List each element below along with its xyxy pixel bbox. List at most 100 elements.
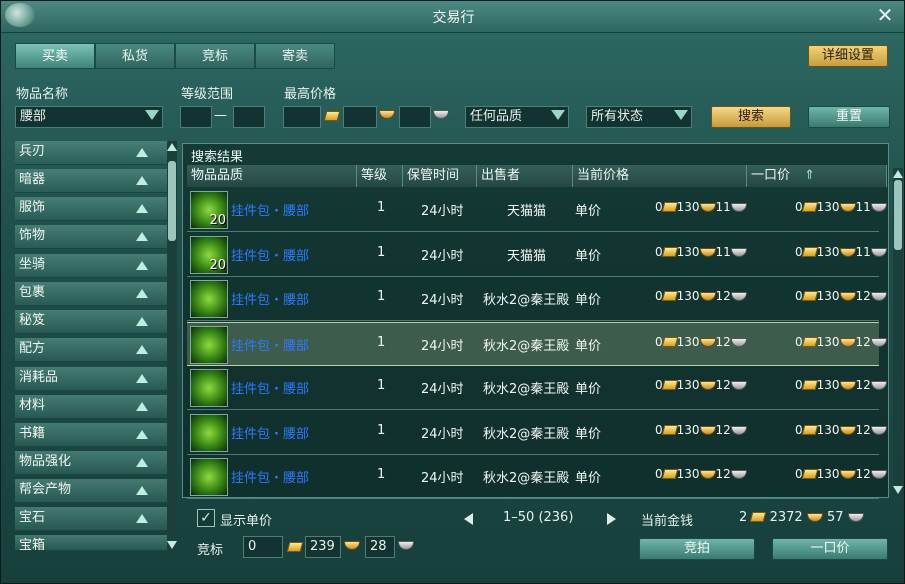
- column-header-current-price[interactable]: 当前价格: [573, 165, 747, 187]
- tab-buy-sell[interactable]: 买卖: [15, 43, 95, 69]
- expand-arrow-icon: [136, 204, 148, 213]
- item-name[interactable]: 挂件包・腰部: [231, 335, 309, 354]
- table-row[interactable]: 20 挂件包・腰部 1 24小时 天猫猫 单价 0 130 11 0 130 11: [187, 188, 887, 232]
- title-bar[interactable]: 交易行 ✕: [1, 1, 904, 33]
- item-bag-icon[interactable]: 20: [190, 191, 228, 229]
- item-name[interactable]: 挂件包・腰部: [231, 467, 309, 486]
- category-item[interactable]: 宝箱: [15, 535, 170, 551]
- seller-name: 秋水2@秦王殿: [483, 426, 570, 442]
- gold-bar-icon: [661, 291, 678, 301]
- max-price-silver-input[interactable]: [343, 106, 377, 128]
- scroll-up-icon[interactable]: [893, 170, 903, 178]
- bid-silver-input[interactable]: 239: [305, 536, 341, 558]
- dropdown-arrow-icon: [145, 110, 159, 120]
- tab-bidding[interactable]: 竞标: [175, 43, 255, 69]
- scroll-down-icon[interactable]: [167, 541, 177, 549]
- category-item[interactable]: 宝石: [15, 507, 170, 531]
- item-level: 1: [377, 422, 386, 438]
- gold-ingot-icon: [344, 541, 360, 550]
- prev-page-icon[interactable]: [464, 513, 473, 525]
- max-price-copper-input[interactable]: [399, 106, 431, 128]
- item-name[interactable]: 挂件包・腰部: [231, 423, 309, 442]
- bid-copper-input[interactable]: 28: [365, 536, 395, 558]
- item-name[interactable]: 挂件包・腰部: [231, 378, 309, 397]
- table-row[interactable]: 挂件包・腰部 1 24小时 秋水2@秦王殿 单价 0 130 12 0 130 12: [187, 455, 887, 499]
- search-button[interactable]: 搜索: [711, 106, 791, 128]
- category-item[interactable]: 暗器: [15, 169, 170, 193]
- column-header-buyout[interactable]: 一口价 ⇑: [747, 165, 887, 187]
- current-price-label: 单价: [575, 204, 602, 219]
- level-min-input[interactable]: [180, 106, 212, 128]
- category-item[interactable]: 消耗品: [15, 367, 170, 391]
- table-row[interactable]: 挂件包・腰部 1 24小时 秋水2@秦王殿 单价 0 130 12 0 130 12: [187, 366, 887, 410]
- scroll-down-icon[interactable]: [893, 486, 903, 494]
- scroll-up-icon[interactable]: [167, 143, 177, 151]
- category-list: 兵刃 暗器 服饰 饰物 坐骑 包裹 秘笈 配方 消耗品 材料 书籍 物品强化 帮…: [15, 141, 180, 551]
- item-name[interactable]: 挂件包・腰部: [231, 200, 309, 219]
- gold-ingot-icon: [839, 337, 856, 347]
- column-header-seller[interactable]: 出售者: [477, 165, 573, 187]
- category-item[interactable]: 秘笈: [15, 310, 170, 334]
- bid-button[interactable]: 竞拍: [639, 538, 755, 560]
- tab-consignment[interactable]: 寄卖: [255, 43, 335, 69]
- item-bag-icon[interactable]: [190, 325, 228, 364]
- item-bag-icon[interactable]: 20: [190, 235, 228, 274]
- expand-arrow-icon: [136, 261, 148, 270]
- category-item[interactable]: 兵刃: [15, 141, 170, 165]
- column-header-time[interactable]: 保管时间: [403, 165, 477, 187]
- item-name[interactable]: 挂件包・腰部: [231, 245, 309, 264]
- page-info: 1–50 (236): [503, 510, 574, 525]
- scroll-thumb[interactable]: [168, 161, 176, 241]
- item-bag-icon[interactable]: [190, 458, 228, 496]
- bid-gold-input[interactable]: 0: [243, 536, 283, 558]
- gold-ingot-icon: [699, 292, 716, 301]
- gold-ingot-icon: [379, 110, 395, 119]
- table-row[interactable]: 挂件包・腰部 1 24小时 秋水2@秦王殿 单价 0 130 12 0 130 12: [187, 277, 887, 321]
- sort-up-icon[interactable]: ⇑: [804, 168, 815, 183]
- gold-ingot-icon: [839, 203, 856, 212]
- silver-ingot-icon: [730, 470, 747, 479]
- expand-arrow-icon: [136, 289, 148, 298]
- item-name-dropdown[interactable]: 腰部: [15, 106, 163, 128]
- category-item[interactable]: 帮会产物: [15, 479, 170, 503]
- category-item[interactable]: 饰物: [15, 225, 170, 249]
- item-name[interactable]: 挂件包・腰部: [231, 289, 309, 308]
- category-item[interactable]: 物品强化: [15, 451, 170, 475]
- expand-arrow-icon: [136, 402, 148, 411]
- tab-private-goods[interactable]: 私货: [95, 43, 175, 69]
- item-bag-icon[interactable]: [190, 280, 228, 318]
- buyout-button[interactable]: 一口价: [772, 538, 888, 560]
- column-header-quality[interactable]: 物品品质: [187, 165, 357, 187]
- category-scrollbar[interactable]: [167, 141, 177, 551]
- silver-ingot-icon: [730, 203, 747, 212]
- reset-button[interactable]: 重置: [808, 106, 890, 128]
- column-header-level[interactable]: 等级: [357, 165, 403, 187]
- silver-ingot-icon: [870, 337, 887, 347]
- table-row[interactable]: 挂件包・腰部 1 24小时 秋水2@秦王殿 单价 0 130 12 0 130 12: [187, 411, 887, 455]
- category-item[interactable]: 配方: [15, 338, 170, 362]
- level-max-input[interactable]: [233, 106, 265, 128]
- current-money-label: 当前金钱: [641, 514, 694, 529]
- item-bag-icon[interactable]: [190, 369, 228, 407]
- silver-ingot-icon: [730, 381, 747, 390]
- table-row[interactable]: 20 挂件包・腰部 1 24小时 天猫猫 单价 0 130 11 0 130 11: [187, 233, 887, 277]
- table-row[interactable]: 挂件包・腰部 1 24小时 秋水2@秦王殿 单价 0 130 12 0 130 12: [187, 321, 887, 366]
- category-item[interactable]: 坐骑: [15, 254, 170, 278]
- detail-settings-button[interactable]: 详细设置: [808, 45, 888, 67]
- status-dropdown[interactable]: 所有状态: [586, 106, 692, 128]
- category-item[interactable]: 书籍: [15, 423, 170, 447]
- buyout-price: 0 130 12: [795, 378, 887, 392]
- quality-dropdown[interactable]: 任何品质: [465, 106, 569, 128]
- category-item[interactable]: 包裹: [15, 282, 170, 306]
- category-item[interactable]: 服饰: [15, 197, 170, 221]
- close-icon[interactable]: ✕: [874, 5, 896, 27]
- item-bag-icon[interactable]: [190, 413, 228, 452]
- show-unit-price-checkbox[interactable]: ✓: [197, 509, 215, 527]
- scroll-thumb[interactable]: [894, 180, 902, 250]
- results-scrollbar[interactable]: [893, 168, 903, 496]
- next-page-icon[interactable]: [607, 513, 616, 525]
- category-item[interactable]: 材料: [15, 395, 170, 419]
- current-price: 0 130 12: [655, 289, 747, 303]
- gold-bar-icon: [801, 424, 818, 435]
- max-price-gold-input[interactable]: [283, 106, 321, 128]
